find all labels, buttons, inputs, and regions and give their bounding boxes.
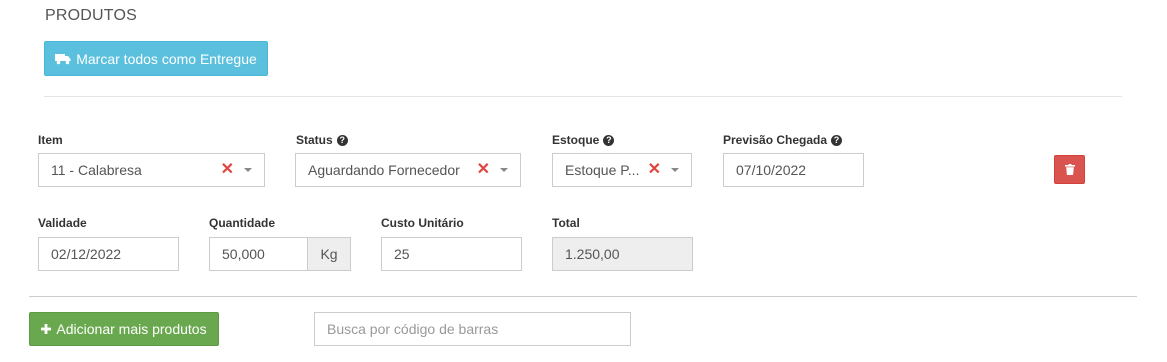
barcode-search-input[interactable] [314, 312, 631, 346]
clear-icon[interactable]: ✕ [648, 162, 661, 178]
validade-label: Validade [38, 216, 87, 230]
chevron-down-icon[interactable] [671, 168, 679, 172]
item-label: Item [38, 133, 63, 147]
trash-icon [1064, 164, 1075, 175]
validade-field[interactable]: 02/12/2022 [38, 237, 179, 271]
estoque-select-value: Estoque P... [565, 162, 640, 178]
quantidade-label: Quantidade [209, 216, 276, 230]
previsao-value: 07/10/2022 [736, 162, 807, 178]
mark-all-delivered-label: Marcar todos como Entregue [76, 50, 257, 67]
status-select[interactable]: Aguardando Fornecedor ✕ [295, 153, 521, 187]
mark-all-delivered-button[interactable]: Marcar todos como Entregue [44, 41, 268, 76]
add-more-products-button[interactable]: Adicionar mais produtos [29, 312, 219, 346]
previsao-field[interactable]: 07/10/2022 [723, 153, 864, 187]
total-field: 1.250,00 [552, 237, 693, 271]
status-label: Status ? [296, 133, 348, 147]
clear-icon[interactable]: ✕ [477, 162, 490, 178]
custo-value: 25 [394, 246, 410, 262]
item-select[interactable]: 11 - Calabresa ✕ [38, 153, 265, 187]
delete-product-button[interactable] [1054, 155, 1085, 184]
unit-addon: Kg [308, 237, 351, 271]
question-icon[interactable]: ? [603, 134, 615, 146]
truck-icon [55, 53, 71, 64]
question-icon[interactable]: ? [831, 134, 843, 146]
products-divider [29, 296, 1137, 297]
status-select-value: Aguardando Fornecedor [308, 162, 460, 178]
question-icon[interactable]: ? [336, 134, 348, 146]
add-more-products-label: Adicionar mais produtos [56, 321, 207, 337]
custo-label: Custo Unitário [381, 216, 464, 230]
quantidade-value: 50,000 [222, 246, 265, 262]
clear-icon[interactable]: ✕ [221, 162, 234, 178]
chevron-down-icon[interactable] [500, 168, 508, 172]
validade-value: 02/12/2022 [51, 246, 122, 262]
quantidade-field[interactable]: 50,000 [209, 237, 308, 271]
section-title: PRODUTOS [45, 7, 137, 24]
section-divider [44, 96, 1122, 97]
total-label: Total [552, 216, 580, 230]
custo-field[interactable]: 25 [381, 237, 522, 271]
estoque-select[interactable]: Estoque P... ✕ [552, 153, 692, 187]
previsao-label: Previsão Chegada ? [723, 133, 843, 147]
plus-icon [41, 324, 52, 334]
total-value: 1.250,00 [565, 246, 620, 262]
chevron-down-icon[interactable] [244, 168, 252, 172]
estoque-label: Estoque ? [552, 133, 615, 147]
item-select-value: 11 - Calabresa [51, 162, 142, 178]
